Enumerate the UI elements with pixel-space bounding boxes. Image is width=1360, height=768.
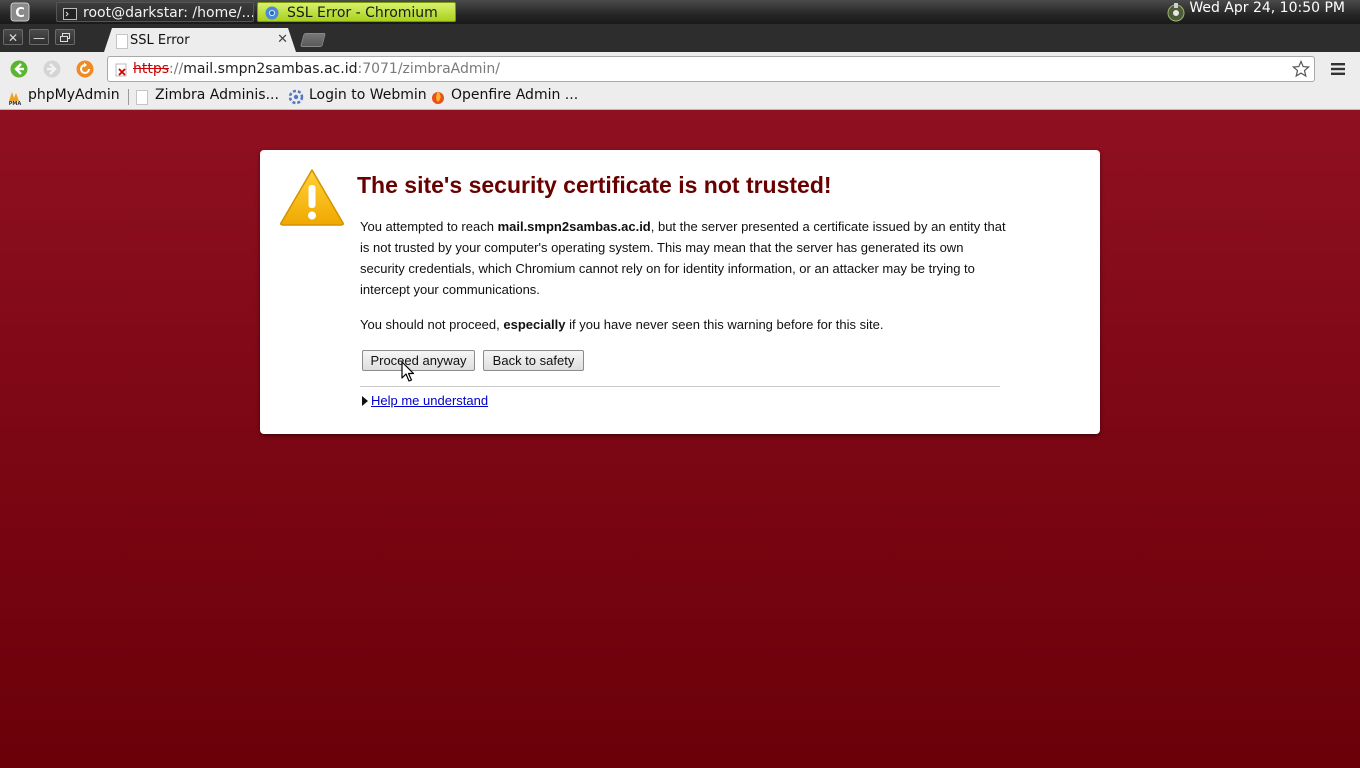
tab-ssl-error[interactable]: SSL Error ✕ [104,28,296,52]
back-button[interactable] [10,60,28,78]
bookmark-openfire[interactable]: Openfire Admin ... [430,87,578,107]
new-tab-button[interactable] [300,33,326,47]
forward-button[interactable] [43,60,61,78]
proceed-anyway-button[interactable]: Proceed anyway [362,350,475,371]
page-icon [136,90,148,105]
help-me-understand-link[interactable]: Help me understand [371,393,488,408]
back-arrow-icon [10,60,28,78]
url-scheme: https [133,61,170,77]
bookmark-webmin[interactable]: Login to Webmin [288,87,427,107]
bookmark-label: Openfire Admin ... [451,87,579,103]
toolbar: https://mail.smpn2sambas.ac.id:7071/zimb… [0,52,1360,85]
app-menu-icon[interactable]: C [4,1,36,23]
address-bar[interactable]: https://mail.smpn2sambas.ac.id:7071/zimb… [107,56,1315,82]
reload-icon [76,60,94,78]
reload-button[interactable] [76,60,94,78]
url-text[interactable]: https://mail.smpn2sambas.ac.id:7071/zimb… [133,61,500,77]
url-host: mail.smpn2sambas.ac.id [183,61,358,77]
page-icon [116,34,128,49]
terminal-icon [63,6,77,21]
openfire-icon [432,91,444,104]
warning-explanation: You attempted to reach mail.smpn2sambas.… [360,216,1010,300]
task-label: SSL Error - Chromium [287,5,438,21]
warning-advice: You should not proceed, especially if yo… [360,314,1010,335]
advice-text: if you have never seen this warning befo… [565,317,884,332]
menu-icon[interactable] [1330,62,1346,76]
advice-emphasis: especially [503,317,566,332]
tab-close-icon[interactable]: ✕ [277,32,288,47]
svg-text:PMA: PMA [9,101,22,105]
back-to-safety-button[interactable]: Back to safety [483,350,584,371]
page-title: The site's security certificate is not t… [357,172,832,198]
bookmark-phpmyadmin[interactable]: PMA phpMyAdmin [7,87,120,107]
bookmark-label: phpMyAdmin [28,87,120,103]
svg-text:C: C [15,6,25,21]
network-tray-icon[interactable] [1165,1,1187,23]
taskbar-chromium-task[interactable]: SSL Error - Chromium [257,2,456,22]
window-close-button[interactable]: ✕ [3,29,23,45]
window-minimize-button[interactable]: — [29,29,49,45]
maximize-icon [60,33,70,42]
bookmark-label: Zimbra Adminis... [155,87,279,103]
bookmark-zimbra[interactable]: Zimbra Adminis... [134,87,279,107]
host-name: mail.smpn2sambas.ac.id [497,219,651,234]
bookmarks-bar: PMA phpMyAdmin Zimbra Adminis... Login t… [0,85,1360,110]
phpmyadmin-icon: PMA [9,92,22,105]
bookmark-label: Login to Webmin [309,87,427,103]
advice-text: You should not proceed, [360,317,504,332]
taskbar: C root@darkstar: /home/... SSL Error - C… [0,0,1360,25]
tab-title: SSL Error [130,33,190,48]
ssl-error-icon[interactable] [115,63,129,77]
url-path: :7071/zimbraAdmin/ [357,61,500,77]
expand-triangle-icon[interactable] [362,396,368,406]
webmin-icon [288,89,304,105]
bookmark-separator [128,89,129,105]
forward-arrow-icon [43,60,61,78]
chromium-icon [265,6,279,21]
tab-strip: ✕ — SSL Error ✕ [0,24,1360,52]
window-maximize-button[interactable] [55,29,75,45]
ssl-warning-card: The site's security certificate is not t… [260,150,1100,434]
page-content: The site's security certificate is not t… [0,110,1360,768]
explanation-text: You attempted to reach [360,219,498,234]
url-separator: :// [169,61,184,77]
taskbar-terminal-task[interactable]: root@darkstar: /home/... [56,2,254,22]
clock[interactable]: Wed Apr 24, 10:50 PM [1189,0,1345,24]
warning-icon [280,169,344,226]
task-label: root@darkstar: /home/... [83,5,254,21]
bookmark-star-icon[interactable] [1292,60,1310,78]
mouse-cursor-icon [401,361,415,382]
divider [360,386,1000,387]
